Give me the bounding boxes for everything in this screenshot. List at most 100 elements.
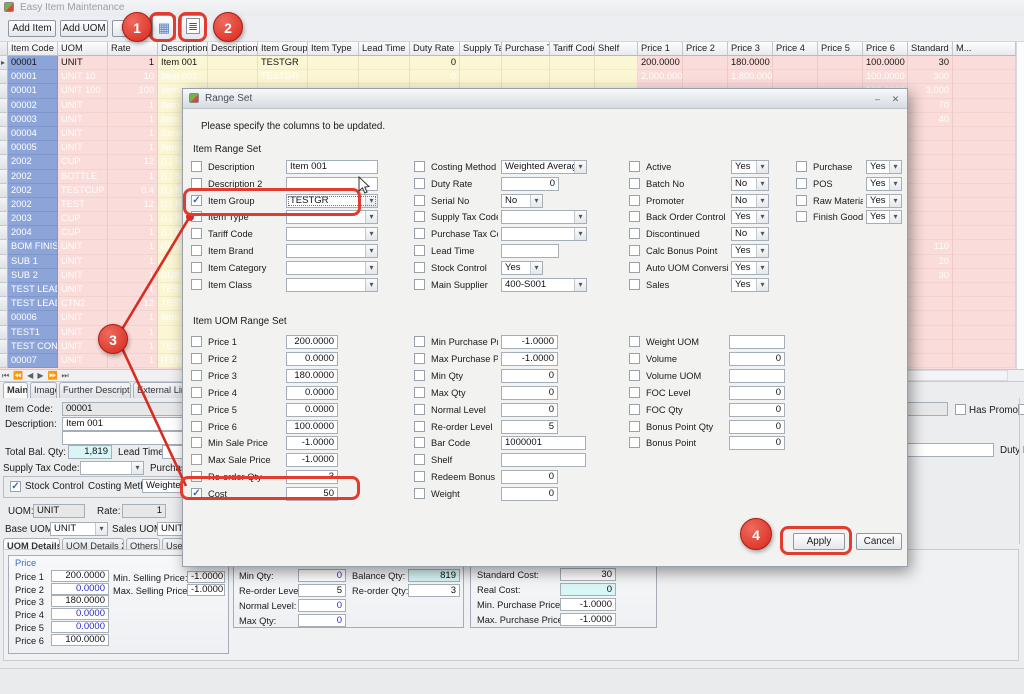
grid-cell[interactable]: UNIT 10 (58, 70, 108, 84)
grid-cell[interactable] (818, 56, 863, 70)
base-uom-dropdown[interactable]: UNIT ▾ (50, 522, 108, 536)
grid-cell[interactable] (818, 70, 863, 84)
column-header-price-5[interactable]: Price 5 (818, 42, 863, 56)
grid-cell[interactable]: 1 (108, 56, 158, 70)
column-header-item-type[interactable]: Item Type (308, 42, 359, 56)
range-checkbox-bar-code[interactable] (414, 437, 425, 448)
grid-cell[interactable] (502, 70, 550, 84)
range-field-main-supplier[interactable]: 400-S001▾ (501, 278, 587, 292)
grid-cell[interactable] (208, 56, 258, 70)
range-checkbox-finish-goods[interactable] (796, 211, 807, 222)
grid-cell[interactable]: UNIT (58, 56, 108, 70)
grid-cell[interactable]: SUB 2 (8, 269, 58, 283)
grid-cell[interactable]: 2002 (8, 198, 58, 212)
grid-cell[interactable]: 1 (108, 255, 158, 269)
grid-cell[interactable] (953, 269, 1016, 283)
range-checkbox-price-3[interactable] (191, 370, 202, 381)
grid-cell[interactable]: TEST CONS... (8, 340, 58, 354)
grid-cell[interactable]: 00004 (8, 127, 58, 141)
grid-cell[interactable]: CUP (58, 226, 108, 240)
grid-cell[interactable]: 1 (108, 99, 158, 113)
range-field-bar-code[interactable]: 1000001 (501, 436, 586, 450)
grid-cell[interactable]: UNIT (58, 113, 108, 127)
nav-button-3[interactable]: ▶ (35, 369, 45, 382)
range-checkbox-discontinued[interactable] (629, 228, 640, 239)
grid-cell[interactable] (908, 297, 953, 311)
column-header-shelf[interactable]: Shelf (595, 42, 638, 56)
nav-button-4[interactable]: ⏩ (45, 369, 59, 382)
range-checkbox-weight[interactable] (414, 488, 425, 499)
range-checkbox-pos[interactable] (796, 178, 807, 189)
grid-cell[interactable] (908, 226, 953, 240)
range-field-min-qty[interactable]: 0 (501, 369, 558, 383)
grid-cell[interactable]: CTN2 (58, 297, 108, 311)
grid-cell[interactable]: TESTGR (258, 70, 308, 84)
min-purchase-price-field[interactable]: -1.0000 (560, 598, 616, 611)
range-field-purchase[interactable]: Yes▾ (866, 160, 902, 174)
range-checkbox-redeem-bonus-point[interactable] (414, 471, 425, 482)
range-field-calc-bonus-point[interactable]: Yes▾ (731, 244, 769, 258)
grid-cell[interactable] (953, 326, 1016, 340)
column-header-purchase-t[interactable]: Purchase T... (502, 42, 550, 56)
grid-cell[interactable] (953, 127, 1016, 141)
chevron-down-icon[interactable]: ▾ (365, 195, 377, 207)
range-checkbox-min-purchase-price[interactable] (414, 336, 425, 347)
close-icon[interactable]: ✕ (889, 93, 902, 105)
grid-cell[interactable]: 1 (108, 212, 158, 226)
grid-cell[interactable]: 70 (908, 99, 953, 113)
range-checkbox-volume[interactable] (629, 353, 640, 364)
range-checkbox-tariff-code[interactable] (191, 228, 202, 239)
chevron-down-icon[interactable]: ▾ (365, 245, 377, 257)
grid-cell[interactable]: 1 (108, 170, 158, 184)
grid-cell[interactable] (308, 70, 359, 84)
grid-cell[interactable]: Item 001 (158, 70, 208, 84)
grid-cell[interactable] (953, 311, 1016, 325)
range-checkbox-max-sale-price[interactable] (191, 454, 202, 465)
range-field-active[interactable]: Yes▾ (731, 160, 769, 174)
range-checkbox-price-5[interactable] (191, 404, 202, 415)
grid-cell[interactable]: 0 (410, 56, 460, 70)
grid-cell[interactable]: UNIT (58, 127, 108, 141)
range-field-serial-no[interactable]: No▾ (501, 194, 543, 208)
range-checkbox-min-qty[interactable] (414, 370, 425, 381)
range-checkbox-serial-no[interactable] (414, 195, 425, 206)
range-field-costing-method[interactable]: Weighted Average▾ (501, 160, 587, 174)
range-checkbox-bonus-point[interactable] (629, 437, 640, 448)
chevron-down-icon[interactable]: ▾ (889, 178, 901, 190)
tab-main[interactable]: Main (3, 382, 28, 398)
tab-external-link[interactable]: External Link (133, 382, 185, 398)
grid-cell[interactable]: 00005 (8, 141, 58, 155)
range-field-shelf[interactable] (501, 453, 586, 467)
chevron-down-icon[interactable]: ▾ (756, 161, 768, 173)
chevron-down-icon[interactable]: ▾ (756, 279, 768, 291)
grid-cell[interactable]: UNIT (58, 240, 108, 254)
grid-cell[interactable]: BOM FINIS... (8, 240, 58, 254)
range-checkbox-main-supplier[interactable] (414, 279, 425, 290)
grid-cell[interactable]: 1 (108, 226, 158, 240)
range-field-lead-time[interactable] (501, 244, 559, 258)
supply-tax-code-dropdown[interactable]: ▾ (80, 461, 144, 475)
range-checkbox-price-1[interactable] (191, 336, 202, 347)
grid-cell[interactable] (908, 326, 953, 340)
range-field-price-6[interactable]: 100.0000 (286, 420, 338, 434)
range-field-item-brand[interactable]: ▾ (286, 244, 378, 258)
range-checkbox-re-order-level[interactable] (414, 421, 425, 432)
grid-cell[interactable] (683, 56, 728, 70)
grid-cell[interactable] (908, 212, 953, 226)
range-field-duty-rate[interactable]: 0 (501, 177, 559, 191)
chevron-down-icon[interactable]: ▾ (574, 161, 586, 173)
column-header-tariff-code[interactable]: Tariff Code (550, 42, 595, 56)
grid-cell[interactable] (953, 70, 1016, 84)
grid-cell[interactable] (953, 56, 1016, 70)
range-checkbox-calc-bonus-point[interactable] (629, 245, 640, 256)
grid-cell[interactable]: 300 (908, 70, 953, 84)
column-header-price-4[interactable]: Price 4 (773, 42, 818, 56)
grid-cell[interactable] (908, 155, 953, 169)
cancel-button[interactable]: Cancel (856, 533, 902, 550)
column-header-description-2[interactable]: Description 2 (208, 42, 258, 56)
grid-cell[interactable]: TEST LEAD ... (8, 297, 58, 311)
range-field-stock-control[interactable]: Yes▾ (501, 261, 543, 275)
grid-cell[interactable]: 2004 (8, 226, 58, 240)
range-field-re-order-level[interactable]: 5 (501, 420, 558, 434)
grid-cell[interactable]: 0 (410, 70, 460, 84)
